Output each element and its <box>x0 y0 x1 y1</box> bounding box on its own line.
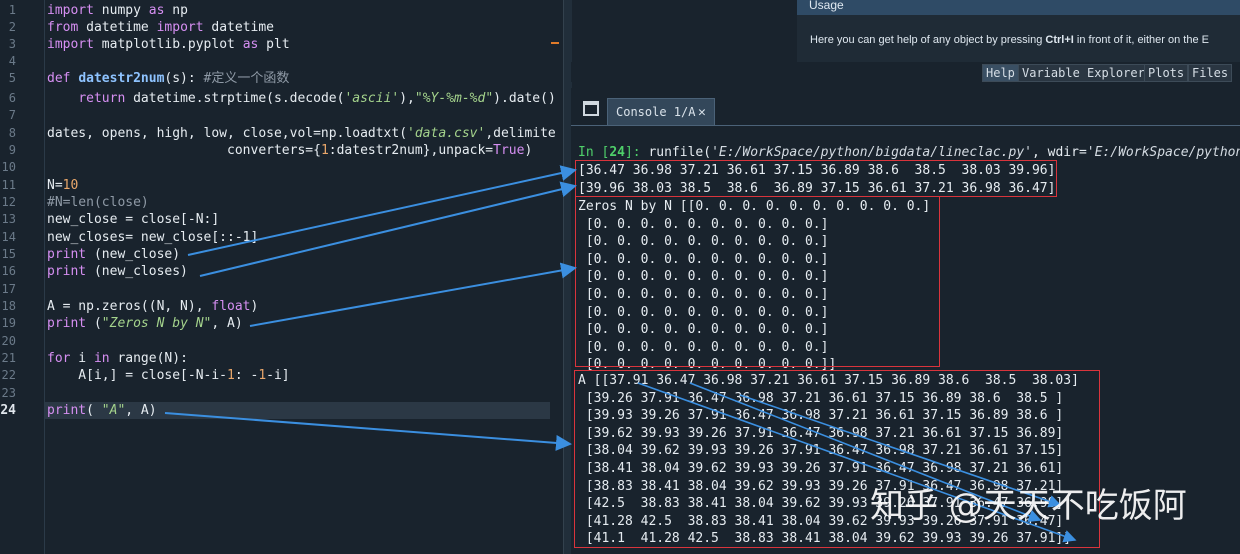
arrow-zeros <box>249 262 577 327</box>
watermark: 知乎 @天天不吃饭阿 <box>870 486 1187 526</box>
annotation-arrows <box>164 165 1077 543</box>
arrow-new-close <box>187 165 577 256</box>
arrow-new-closes <box>199 181 577 277</box>
arrow-matrix-a <box>164 412 572 451</box>
